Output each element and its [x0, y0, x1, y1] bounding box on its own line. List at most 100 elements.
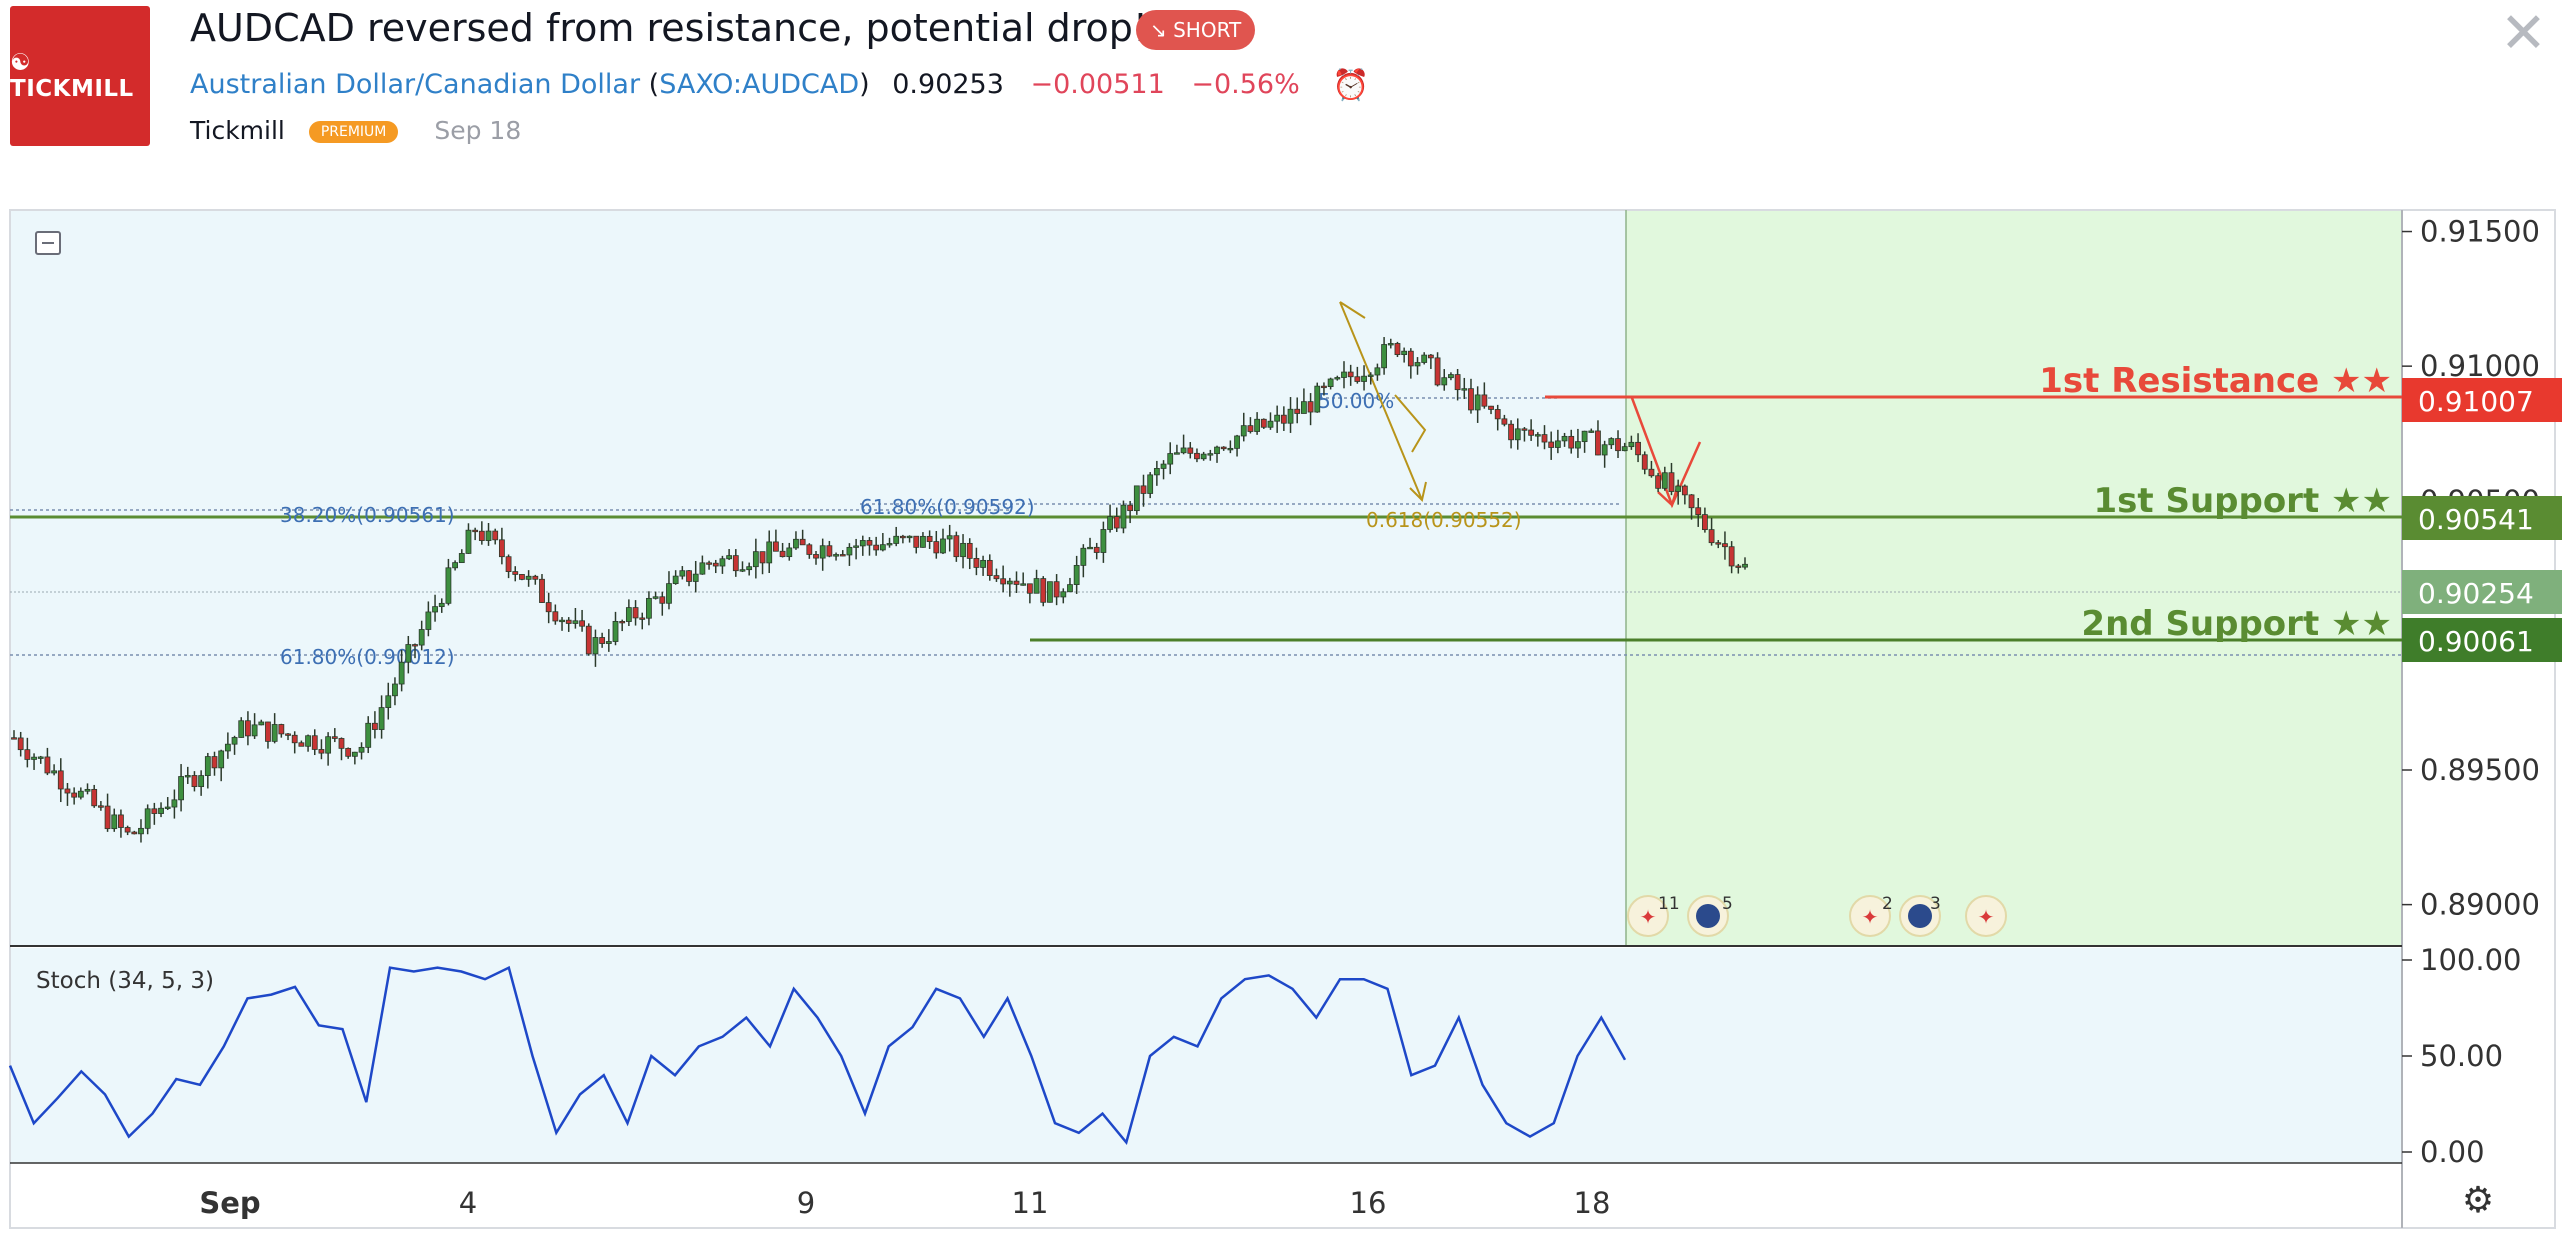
candle-body — [91, 788, 98, 807]
candle-body — [853, 545, 860, 548]
candle-body — [218, 750, 225, 769]
candle-body — [44, 756, 51, 774]
candle-body — [605, 641, 612, 644]
candle-body — [539, 578, 545, 603]
candle-body — [966, 542, 973, 559]
support2-badge-text: 0.90061 — [2418, 625, 2534, 658]
candle-body — [325, 736, 332, 754]
candle-body — [1153, 468, 1160, 476]
price-chart[interactable]: 38.20%(0.90561) 61.80%(0.90592) 61.80%(0… — [0, 0, 2562, 1246]
candle-body — [1000, 578, 1007, 585]
candle-body — [1247, 425, 1254, 432]
event-count-1: 11 — [1658, 894, 1680, 914]
candle-body — [1595, 430, 1601, 456]
candle-body — [311, 735, 318, 750]
candle-body — [793, 538, 799, 549]
candle-body — [826, 545, 833, 557]
svg-text:✦: ✦ — [1862, 905, 1879, 929]
candle-body — [298, 742, 305, 747]
stoch-background — [10, 948, 2402, 1163]
candle-body — [833, 554, 839, 557]
candle-body — [1113, 516, 1120, 529]
candle-body — [1267, 420, 1274, 428]
candle-body — [1073, 564, 1080, 586]
candle-body — [1494, 409, 1501, 420]
candle-body — [786, 547, 793, 558]
candle-body — [612, 620, 619, 642]
candle-body — [211, 756, 218, 769]
candle-body — [11, 737, 17, 740]
stoch-tick-label: 50.00 — [2420, 1039, 2503, 1073]
candle-body — [1421, 354, 1428, 363]
fib-label-50: 50.00% — [1318, 389, 1394, 413]
candle-body — [1742, 563, 1748, 568]
candle-body — [365, 722, 372, 748]
candle-body — [806, 544, 813, 555]
candle-body — [224, 743, 231, 752]
candle-body — [1474, 394, 1481, 411]
candle-body — [980, 559, 986, 568]
candle-body — [71, 792, 78, 798]
candle-body — [706, 562, 712, 565]
candle-body — [1468, 388, 1474, 411]
candle-body — [906, 535, 913, 539]
stoch-axis: 100.00 50.00 0.00 — [2402, 943, 2521, 1169]
candle-body — [879, 544, 886, 551]
candle-body — [171, 799, 178, 808]
candle-body — [1093, 546, 1100, 553]
candle-body — [445, 567, 452, 604]
price-tick-label: 0.91500 — [2420, 215, 2540, 249]
candle-body — [1561, 435, 1568, 442]
candle-body — [1327, 378, 1334, 387]
candle-body — [1087, 546, 1093, 550]
candle-body — [779, 550, 786, 558]
forecast-zone — [1626, 210, 2402, 945]
candle-body — [585, 625, 592, 655]
candle-body — [1661, 472, 1668, 489]
candle-body — [97, 805, 104, 808]
candle-body — [1234, 435, 1240, 449]
candle-body — [104, 805, 111, 830]
candle-body — [1240, 425, 1247, 437]
candle-body — [752, 551, 759, 568]
candle-body — [485, 530, 492, 541]
candle-body — [198, 775, 205, 788]
candle-body — [452, 562, 459, 569]
event-marker-ca-3[interactable]: ✦ — [1965, 895, 2007, 937]
candle-body — [1427, 354, 1434, 359]
candle-body — [1568, 435, 1575, 449]
candle-body — [158, 807, 164, 814]
candle-body — [746, 566, 753, 571]
candle-body — [973, 558, 980, 568]
candle-body — [245, 720, 251, 737]
candle-body — [1735, 565, 1742, 568]
time-tick-label: 4 — [459, 1186, 477, 1220]
fib-label-38: 38.20%(0.90561) — [280, 503, 455, 527]
candle-body — [1067, 584, 1073, 593]
candle-body — [559, 619, 565, 623]
stoch-tick-label: 100.00 — [2420, 943, 2521, 977]
candle-body — [1194, 452, 1200, 460]
candle-body — [17, 737, 24, 751]
candle-body — [1407, 350, 1414, 367]
candle-body — [458, 553, 465, 564]
candle-body — [318, 749, 325, 754]
candle-body — [565, 619, 572, 624]
candle-body — [625, 607, 632, 622]
candle-body — [1588, 430, 1595, 433]
candle-body — [1180, 447, 1187, 454]
candle-body — [432, 606, 438, 613]
candle-body — [1722, 543, 1728, 548]
candle-body — [1347, 371, 1354, 378]
candle-body — [899, 535, 906, 539]
candle-body — [726, 555, 733, 560]
settings-gear-icon[interactable]: ⚙ — [2462, 1180, 2494, 1221]
current-price-badge-text: 0.90254 — [2418, 577, 2534, 610]
candle-body — [993, 575, 1000, 580]
price-tick-label: 0.89500 — [2420, 753, 2540, 787]
candle-body — [1080, 547, 1087, 566]
candle-body — [1300, 401, 1307, 414]
candle-body — [385, 695, 392, 708]
candle-body — [164, 806, 171, 809]
candle-body — [639, 617, 646, 620]
